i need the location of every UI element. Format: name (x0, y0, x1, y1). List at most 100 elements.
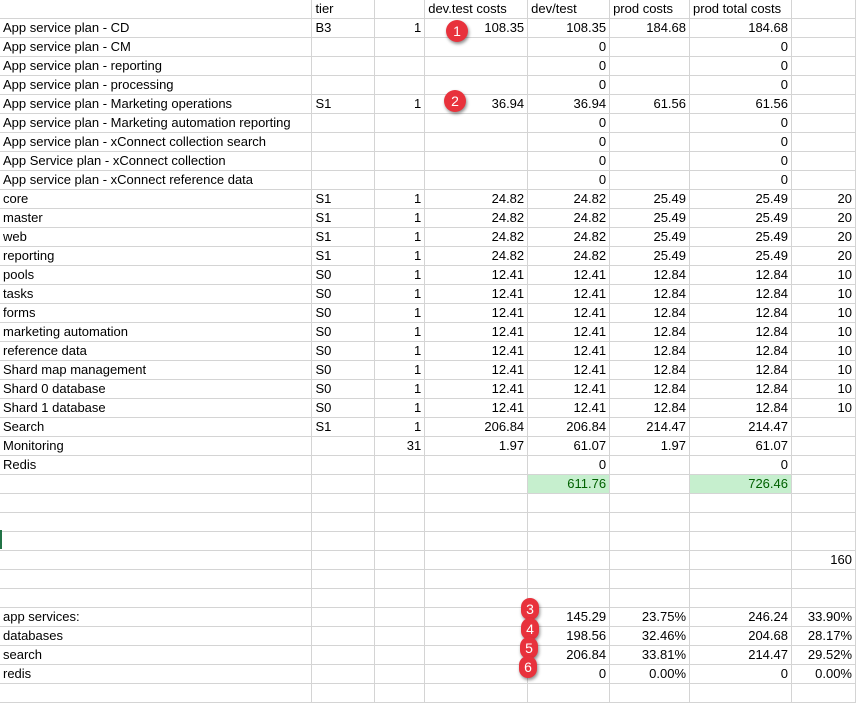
cell-prod-total-costs[interactable] (689, 569, 792, 589)
cell-quantity[interactable] (374, 0, 426, 19)
cell-quantity[interactable]: 1 (374, 18, 426, 38)
cell-tier[interactable] (311, 75, 376, 95)
cell-item[interactable] (0, 493, 313, 513)
cell-prod-costs[interactable] (609, 474, 691, 494)
cell-prod-total-costs[interactable]: 61.56 (689, 94, 792, 114)
cell-prod-total-costs[interactable]: 246.24 (689, 607, 792, 627)
cell-dev-test-costs[interactable] (424, 588, 529, 608)
cell-tier[interactable]: S0 (311, 322, 376, 342)
cell-item[interactable]: reporting (0, 246, 313, 266)
cell-dev-test-costs[interactable]: 1.97 (424, 436, 529, 456)
cell-extra[interactable]: 20 (791, 227, 856, 247)
cell-extra[interactable] (791, 569, 856, 589)
cell-prod-total-costs[interactable]: 214.47 (689, 645, 792, 665)
cell-dev-test-costs[interactable]: 206.84 (424, 417, 529, 437)
cell-prod-total-costs[interactable]: 0 (689, 37, 792, 57)
cell-prod-total-costs[interactable]: 12.84 (689, 322, 792, 342)
cell-extra[interactable]: 20 (791, 246, 856, 266)
cell-prod-total-costs[interactable]: 61.07 (689, 436, 792, 456)
cell-dev-test-costs[interactable] (424, 683, 529, 703)
cell-tier[interactable] (311, 56, 376, 76)
cell-tier[interactable] (311, 37, 376, 57)
cell-prod-costs[interactable] (609, 531, 691, 551)
cell-prod-total-costs[interactable] (689, 493, 792, 513)
cell-tier[interactable] (311, 132, 376, 152)
cell-dev-test[interactable]: 145.29 (527, 607, 611, 627)
cell-tier[interactable] (311, 607, 376, 627)
cell-prod-total-costs[interactable]: 0 (689, 151, 792, 171)
cell-extra[interactable] (791, 56, 856, 76)
cell-prod-costs[interactable]: 33.81% (609, 645, 691, 665)
cell-extra[interactable] (791, 512, 856, 532)
cell-tier[interactable]: S1 (311, 208, 376, 228)
cell-quantity[interactable]: 1 (374, 246, 426, 266)
cell-extra[interactable] (791, 455, 856, 475)
cell-dev-test[interactable]: 0 (527, 37, 611, 57)
cell-dev-test[interactable]: 12.41 (527, 284, 611, 304)
cell-prod-total-costs[interactable]: 12.84 (689, 360, 792, 380)
cell-extra[interactable] (791, 132, 856, 152)
cell-dev-test-costs[interactable]: 12.41 (424, 398, 529, 418)
cell-extra[interactable]: 28.17% (791, 626, 856, 646)
cell-extra[interactable] (791, 417, 856, 437)
cell-extra[interactable]: 10 (791, 360, 856, 380)
cell-tier[interactable]: S0 (311, 284, 376, 304)
cell-dev-test[interactable]: 0 (527, 170, 611, 190)
cell-quantity[interactable]: 1 (374, 284, 426, 304)
cell-tier[interactable] (311, 455, 376, 475)
cell-prod-total-costs[interactable]: 0 (689, 75, 792, 95)
cell-dev-test-costs[interactable] (424, 132, 529, 152)
cell-prod-costs[interactable]: 23.75% (609, 607, 691, 627)
cell-dev-test-costs[interactable] (424, 493, 529, 513)
cell-prod-costs[interactable]: 184.68 (609, 18, 691, 38)
cell-quantity[interactable] (374, 588, 426, 608)
cell-extra[interactable]: 10 (791, 398, 856, 418)
cell-item[interactable]: reference data (0, 341, 313, 361)
cell-tier[interactable] (311, 113, 376, 133)
cell-dev-test[interactable]: 12.41 (527, 398, 611, 418)
cell-prod-total-costs[interactable]: 12.84 (689, 303, 792, 323)
cell-extra[interactable]: 33.90% (791, 607, 856, 627)
cell-prod-total-costs[interactable]: 25.49 (689, 189, 792, 209)
cell-prod-costs[interactable]: 12.84 (609, 284, 691, 304)
cell-quantity[interactable] (374, 37, 426, 57)
cell-item[interactable] (0, 512, 313, 532)
cell-dev-test[interactable]: 12.41 (527, 379, 611, 399)
cell-prod-costs[interactable] (609, 455, 691, 475)
cell-prod-total-costs[interactable]: 184.68 (689, 18, 792, 38)
cell-quantity[interactable]: 31 (374, 436, 426, 456)
cell-prod-total-costs[interactable]: 726.46 (689, 474, 792, 494)
cell-dev-test-costs[interactable] (424, 531, 529, 551)
cell-dev-test-costs[interactable] (424, 569, 529, 589)
cell-dev-test[interactable]: 12.41 (527, 341, 611, 361)
cell-item[interactable]: forms (0, 303, 313, 323)
cell-extra[interactable]: 160 (791, 550, 856, 570)
cell-dev-test-costs[interactable] (424, 474, 529, 494)
cell-prod-costs[interactable] (609, 170, 691, 190)
cell-dev-test[interactable]: 198.56 (527, 626, 611, 646)
cell-tier[interactable] (311, 531, 376, 551)
cell-dev-test-costs[interactable]: dev.test costs (424, 0, 529, 19)
cell-quantity[interactable] (374, 626, 426, 646)
cell-prod-costs[interactable]: 61.56 (609, 94, 691, 114)
cell-item[interactable]: Shard 0 database (0, 379, 313, 399)
cell-tier[interactable]: S0 (311, 379, 376, 399)
cell-prod-costs[interactable]: 214.47 (609, 417, 691, 437)
cell-item[interactable] (0, 550, 313, 570)
cell-item[interactable]: App service plan - xConnect collection s… (0, 132, 313, 152)
cell-tier[interactable]: S0 (311, 265, 376, 285)
cell-dev-test-costs[interactable] (424, 170, 529, 190)
cell-item[interactable]: databases (0, 626, 313, 646)
cell-dev-test-costs[interactable]: 12.41 (424, 379, 529, 399)
cell-tier[interactable]: S0 (311, 341, 376, 361)
cell-dev-test-costs[interactable] (424, 113, 529, 133)
cell-extra[interactable]: 10 (791, 303, 856, 323)
cell-dev-test-costs[interactable] (424, 607, 529, 627)
cell-dev-test-costs[interactable]: 12.41 (424, 360, 529, 380)
cell-item[interactable]: app services: (0, 607, 313, 627)
cell-dev-test-costs[interactable]: 12.41 (424, 265, 529, 285)
cell-item[interactable] (0, 474, 313, 494)
cell-dev-test-costs[interactable]: 24.82 (424, 246, 529, 266)
cell-quantity[interactable] (374, 645, 426, 665)
cell-quantity[interactable] (374, 56, 426, 76)
